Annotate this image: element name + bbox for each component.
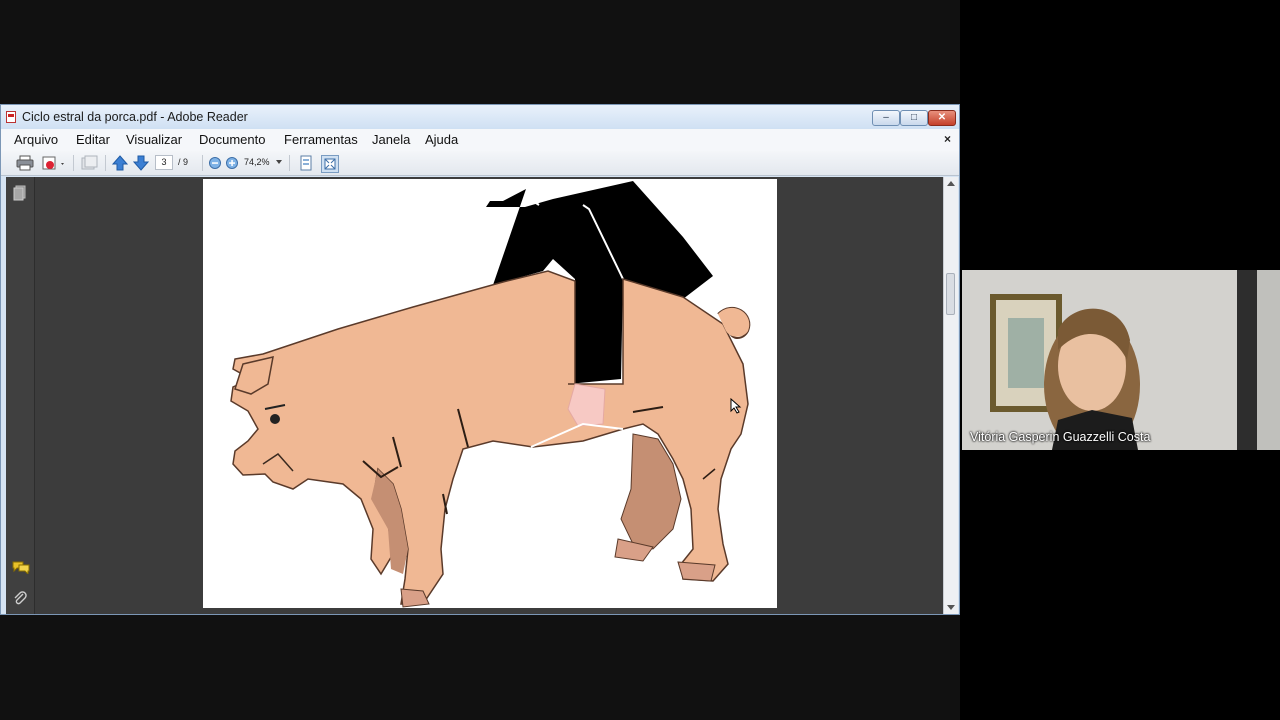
- menu-visualizar[interactable]: Visualizar: [126, 132, 182, 147]
- pages-icon[interactable]: [13, 185, 27, 201]
- close-button[interactable]: ✕: [928, 110, 956, 126]
- menu-documento[interactable]: Documento: [199, 132, 265, 147]
- maximize-button[interactable]: □: [900, 110, 928, 126]
- participant-name: Vitória Gasperin Guazzelli Costa: [970, 430, 1151, 444]
- toolbar-separator: [105, 155, 106, 171]
- previous-page-icon[interactable]: [112, 155, 128, 171]
- menu-bar: Arquivo Editar Visualizar Documento Ferr…: [1, 129, 959, 152]
- close-document-button[interactable]: ×: [944, 132, 951, 146]
- pdf-file-icon: [6, 111, 16, 123]
- attachments-icon[interactable]: [13, 590, 27, 606]
- menu-arquivo[interactable]: Arquivo: [14, 132, 58, 147]
- toolbar: 3 / 9 74,2%: [1, 151, 959, 176]
- document-area[interactable]: [35, 177, 943, 614]
- zoom-dropdown-arrow-icon[interactable]: [276, 160, 282, 164]
- next-page-icon[interactable]: [133, 155, 149, 171]
- menu-ajuda[interactable]: Ajuda: [425, 132, 458, 147]
- menu-ferramentas[interactable]: Ferramentas: [284, 132, 358, 147]
- pig-illustration: [230, 181, 751, 608]
- scrollbar-thumb[interactable]: [946, 273, 955, 315]
- participant-video: [962, 270, 1280, 450]
- comments-icon[interactable]: [12, 560, 30, 574]
- zoom-in-icon[interactable]: [225, 155, 239, 171]
- pages-view-icon[interactable]: [80, 155, 98, 171]
- email-icon[interactable]: [41, 155, 67, 171]
- title-bar[interactable]: Ciclo estral da porca.pdf - Adobe Reader…: [1, 105, 959, 129]
- navigation-pane: [6, 177, 35, 614]
- adobe-reader-window: Ciclo estral da porca.pdf - Adobe Reader…: [0, 104, 960, 615]
- toolbar-separator: [202, 155, 203, 171]
- toolbar-separator: [73, 155, 74, 171]
- scroll-up-arrow-icon[interactable]: [947, 181, 955, 186]
- vertical-scrollbar[interactable]: [943, 177, 958, 614]
- page-number-input[interactable]: 3: [155, 155, 173, 170]
- mouse-cursor-icon: [730, 398, 742, 414]
- zoom-out-icon[interactable]: [208, 155, 222, 171]
- document-content: [6, 177, 958, 614]
- full-screen-icon[interactable]: [321, 155, 339, 173]
- pdf-page: [203, 179, 777, 608]
- menu-editar[interactable]: Editar: [76, 132, 110, 147]
- participant-video-tile[interactable]: Vitória Gasperin Guazzelli Costa: [962, 270, 1280, 450]
- print-icon[interactable]: [16, 155, 34, 171]
- minimize-button[interactable]: –: [872, 110, 900, 126]
- menu-janela[interactable]: Janela: [372, 132, 410, 147]
- scroll-down-arrow-icon[interactable]: [947, 605, 955, 610]
- toolbar-separator: [289, 155, 290, 171]
- page-total: / 9: [178, 157, 189, 167]
- zoom-level-field[interactable]: 74,2%: [244, 155, 274, 170]
- window-title: Ciclo estral da porca.pdf - Adobe Reader: [22, 110, 248, 124]
- fit-page-icon[interactable]: [298, 155, 314, 171]
